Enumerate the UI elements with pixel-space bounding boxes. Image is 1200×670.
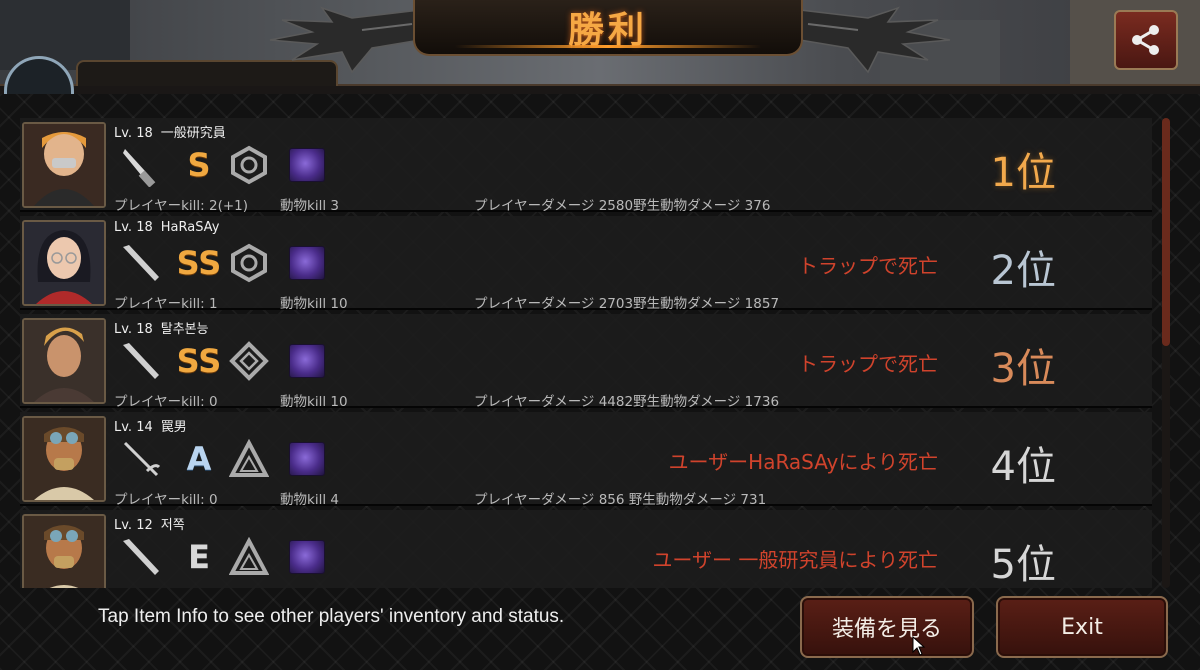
bat-icon [116,534,166,580]
animal-kill-stat: 動物kill 10 [280,394,348,410]
player-kill-stat: プレイヤーkill: 2(+1) [114,198,249,214]
player-avatar[interactable] [22,220,106,306]
right-wing-ornament [799,6,951,74]
grade-badge: A [186,440,212,478]
scroll-thumb[interactable] [1162,118,1170,346]
player-row[interactable]: Lv. 18 탈추본능 SS プレイヤーkill: 0 動物kill 10 プレイ… [20,314,1152,410]
damage-stat: プレイヤーダメージ 4482野生動物ダメージ 1736 [474,394,780,410]
player-level-name: Lv. 12 저쪽 [114,514,185,533]
player-level-name: Lv. 14 罠男 [114,416,187,435]
player-level-name: Lv. 18 HaRaSAy [114,220,219,235]
player-equipment: A [116,436,340,482]
player-level-name: Lv. 18 탈추본능 [114,318,209,337]
purple-beast-icon [282,338,332,384]
player-level: Lv. 18 [114,220,153,235]
hex-armor-icon [224,142,274,188]
rank-label: 4位 [990,444,1056,490]
damage-stat: プレイヤーダメージ 856 野生動物ダメージ 731 [474,492,767,508]
animal-kill-stat: 動物kill 4 [280,492,339,508]
left-wing-ornament [269,6,421,74]
grade-badge: E [188,538,210,576]
view-equipment-button[interactable]: 装備を見る [800,596,974,658]
results-scrollbar[interactable] [1162,118,1170,588]
player-name: 저쪽 [160,518,185,533]
damage-stat: プレイヤーダメージ 2580野生動物ダメージ 376 [474,198,771,214]
grade-badge: SS [176,244,222,282]
triangle-armor-icon [224,534,274,580]
rank-label: 5位 [990,542,1056,588]
rank-label: 3位 [990,346,1056,392]
rank-label: 1位 [990,150,1056,196]
knife-icon [116,142,166,188]
player-name: 一般研究員 [160,126,226,141]
bat-icon [116,240,166,286]
player-kill-stat: プレイヤーkill: 0 [114,492,218,508]
exit-button[interactable]: Exit [996,596,1168,658]
inventory-hint: Tap Item Info to see other players' inve… [98,606,565,627]
player-equipment: S [116,142,340,188]
bat-icon [116,338,166,384]
player-equipment: SS [116,240,340,286]
player-level: Lv. 18 [114,126,153,141]
player-name: 罠男 [160,420,187,435]
rapier-icon [116,436,166,482]
purple-beast-icon [282,142,332,188]
player-equipment: E [116,534,340,580]
purple-beast-icon [282,240,332,286]
damage-stat: プレイヤーダメージ 2703野生動物ダメージ 1857 [474,296,780,312]
player-level: Lv. 18 [114,322,153,337]
death-cause: ユーザー 一般研究員により死亡 [652,548,938,572]
player-level-name: Lv. 18 一般研究員 [114,122,226,141]
player-avatar[interactable] [22,514,106,588]
player-row[interactable]: Lv. 12 저쪽 E ユーザー 一般研究員により死亡 5位 [20,510,1152,588]
results-panel: Lv. 18 一般研究員 S プレイヤーkill: 2(+1) 動物kill 3 … [0,94,1200,670]
victory-banner: 勝利 [413,0,803,56]
player-kill-stat: プレイヤーkill: 0 [114,394,218,410]
mouse-cursor-icon [912,636,926,656]
player-row[interactable]: Lv. 14 罠男 A プレイヤーkill: 0 動物kill 4 プレイヤーダメ… [20,412,1152,508]
diamond-armor-icon [224,338,274,384]
purple-beast-icon [282,534,332,580]
player-level: Lv. 14 [114,420,153,435]
triangle-armor-icon [224,436,274,482]
player-name: 탈추본능 [160,322,209,337]
death-cause: ユーザーHaRaSAyにより死亡 [668,450,938,474]
player-avatar[interactable] [22,318,106,404]
hex-armor-icon [224,240,274,286]
player-row[interactable]: Lv. 18 HaRaSAy SS プレイヤーkill: 1 動物kill 10 … [20,216,1152,312]
animal-kill-stat: 動物kill 10 [280,296,348,312]
grade-badge: S [187,146,211,184]
rank-label: 2位 [990,248,1056,294]
player-name: HaRaSAy [160,220,220,235]
player-row[interactable]: Lv. 18 一般研究員 S プレイヤーkill: 2(+1) 動物kill 3 … [20,118,1152,214]
animal-kill-stat: 動物kill 3 [280,198,339,214]
grade-badge: SS [176,342,222,380]
player-level: Lv. 12 [114,518,153,533]
death-cause: トラップで死亡 [798,254,938,278]
player-avatar[interactable] [22,122,106,208]
banner-glow [455,45,761,48]
share-button[interactable] [1114,10,1178,70]
death-cause: トラップで死亡 [798,352,938,376]
purple-beast-icon [282,436,332,482]
player-kill-stat: プレイヤーkill: 1 [114,296,218,312]
player-avatar[interactable] [22,416,106,502]
results-list[interactable]: Lv. 18 一般研究員 S プレイヤーkill: 2(+1) 動物kill 3 … [20,118,1156,588]
share-icon [1132,25,1159,55]
player-equipment: SS [116,338,340,384]
